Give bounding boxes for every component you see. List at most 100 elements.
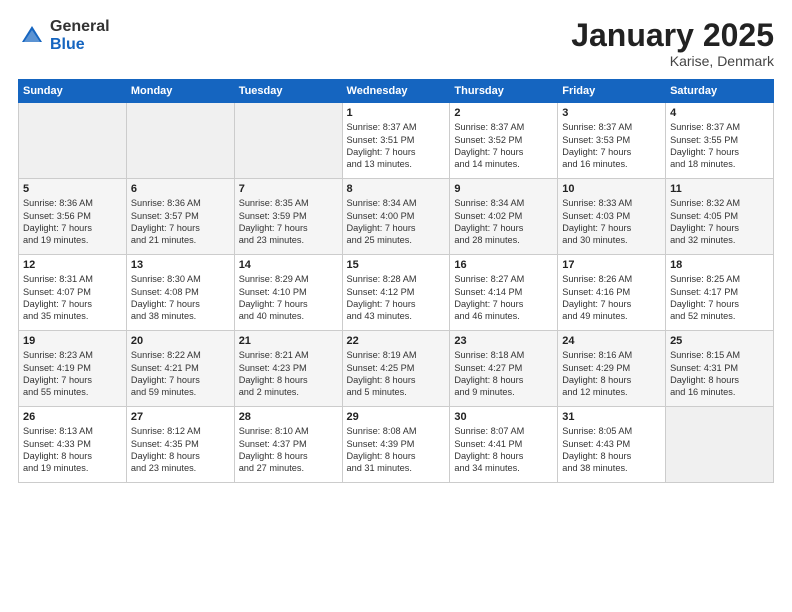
weekday-header-saturday: Saturday [666, 80, 774, 103]
calendar-cell: 25 Sunrise: 8:15 AM Sunset: 4:31 PM Dayli… [666, 331, 774, 407]
logo-blue: Blue [50, 36, 110, 54]
weekday-header-wednesday: Wednesday [342, 80, 450, 103]
logo-general: General [50, 18, 110, 36]
week-row-5: 26 Sunrise: 8:13 AM Sunset: 4:33 PM Dayli… [19, 407, 774, 483]
day-number: 11 [670, 183, 769, 195]
calendar-cell: 19Sunrise: 8:23 AM Sunset: 4:19 PM Dayli… [19, 331, 127, 407]
day-number: 2 [454, 107, 553, 119]
day-number: 3 [562, 107, 661, 119]
calendar-cell: 14 Sunrise: 8:29 AM Sunset: 4:10 PM Dayli… [234, 255, 342, 331]
day-detail: Sunrise: 8:30 AM Sunset: 4:08 PM Dayligh… [131, 273, 230, 323]
calendar-cell: 27Sunrise: 8:12 AM Sunset: 4:35 PM Dayli… [126, 407, 234, 483]
logo-icon [18, 22, 46, 50]
calendar-cell: 21 Sunrise: 8:21 AM Sunset: 4:23 PM Dayli… [234, 331, 342, 407]
day-number: 14 [239, 259, 338, 271]
calendar-cell: 2 Sunrise: 8:37 AM Sunset: 3:52 PM Daylig… [450, 103, 558, 179]
calendar-cell: 7 Sunrise: 8:35 AM Sunset: 3:59 PM Daylig… [234, 179, 342, 255]
header: General Blue January 2025 Karise, Denmar… [18, 18, 774, 69]
logo: General Blue [18, 18, 110, 53]
day-detail: Sunrise: 8:37 AM Sunset: 3:52 PM Dayligh… [454, 121, 553, 171]
weekday-header-thursday: Thursday [450, 80, 558, 103]
day-detail: Sunrise: 8:19 AM Sunset: 4:25 PM Dayligh… [347, 349, 446, 399]
calendar-cell: 20 Sunrise: 8:22 AM Sunset: 4:21 PM Dayli… [126, 331, 234, 407]
calendar-cell: 5Sunrise: 8:36 AM Sunset: 3:56 PM Daylig… [19, 179, 127, 255]
day-detail: Sunrise: 8:34 AM Sunset: 4:02 PM Dayligh… [454, 197, 553, 247]
day-number: 6 [131, 183, 230, 195]
day-number: 1 [347, 107, 446, 119]
day-number: 16 [454, 259, 553, 271]
day-detail: Sunrise: 8:16 AM Sunset: 4:29 PM Dayligh… [562, 349, 661, 399]
day-number: 26 [23, 411, 122, 423]
day-detail: Sunrise: 8:26 AM Sunset: 4:16 PM Dayligh… [562, 273, 661, 323]
calendar-cell: 24 Sunrise: 8:16 AM Sunset: 4:29 PM Dayli… [558, 331, 666, 407]
day-detail: Sunrise: 8:34 AM Sunset: 4:00 PM Dayligh… [347, 197, 446, 247]
day-number: 30 [454, 411, 553, 423]
day-detail: Sunrise: 8:35 AM Sunset: 3:59 PM Dayligh… [239, 197, 338, 247]
day-detail: Sunrise: 8:15 AM Sunset: 4:31 PM Dayligh… [670, 349, 769, 399]
day-detail: Sunrise: 8:13 AM Sunset: 4:33 PM Dayligh… [23, 425, 122, 475]
calendar-title: January 2025 [571, 18, 774, 53]
calendar-body: 1Sunrise: 8:37 AM Sunset: 3:51 PM Daylig… [19, 103, 774, 483]
day-number: 9 [454, 183, 553, 195]
day-detail: Sunrise: 8:37 AM Sunset: 3:55 PM Dayligh… [670, 121, 769, 171]
calendar-cell: 9 Sunrise: 8:34 AM Sunset: 4:02 PM Daylig… [450, 179, 558, 255]
day-detail: Sunrise: 8:22 AM Sunset: 4:21 PM Dayligh… [131, 349, 230, 399]
calendar-cell: 1Sunrise: 8:37 AM Sunset: 3:51 PM Daylig… [342, 103, 450, 179]
weekday-header-friday: Friday [558, 80, 666, 103]
title-block: January 2025 Karise, Denmark [571, 18, 774, 69]
day-number: 20 [131, 335, 230, 347]
page: General Blue January 2025 Karise, Denmar… [0, 0, 792, 612]
calendar-cell: 31 Sunrise: 8:05 AM Sunset: 4:43 PM Dayli… [558, 407, 666, 483]
day-detail: Sunrise: 8:27 AM Sunset: 4:14 PM Dayligh… [454, 273, 553, 323]
day-number: 22 [347, 335, 446, 347]
weekday-header-tuesday: Tuesday [234, 80, 342, 103]
calendar-cell: 16 Sunrise: 8:27 AM Sunset: 4:14 PM Dayli… [450, 255, 558, 331]
calendar-cell [666, 407, 774, 483]
day-number: 8 [347, 183, 446, 195]
day-number: 15 [347, 259, 446, 271]
logo-text: General Blue [50, 18, 110, 53]
weekday-header-sunday: Sunday [19, 80, 127, 103]
week-row-1: 1Sunrise: 8:37 AM Sunset: 3:51 PM Daylig… [19, 103, 774, 179]
calendar-subtitle: Karise, Denmark [571, 53, 774, 69]
calendar-cell: 10Sunrise: 8:33 AM Sunset: 4:03 PM Dayli… [558, 179, 666, 255]
calendar-cell: 12Sunrise: 8:31 AM Sunset: 4:07 PM Dayli… [19, 255, 127, 331]
day-number: 24 [562, 335, 661, 347]
calendar-cell: 4Sunrise: 8:37 AM Sunset: 3:55 PM Daylig… [666, 103, 774, 179]
calendar-table: SundayMondayTuesdayWednesdayThursdayFrid… [18, 79, 774, 483]
day-number: 12 [23, 259, 122, 271]
day-number: 5 [23, 183, 122, 195]
day-number: 7 [239, 183, 338, 195]
calendar-cell: 6 Sunrise: 8:36 AM Sunset: 3:57 PM Daylig… [126, 179, 234, 255]
weekday-row: SundayMondayTuesdayWednesdayThursdayFrid… [19, 80, 774, 103]
day-number: 21 [239, 335, 338, 347]
day-number: 23 [454, 335, 553, 347]
calendar-cell: 30Sunrise: 8:07 AM Sunset: 4:41 PM Dayli… [450, 407, 558, 483]
day-detail: Sunrise: 8:29 AM Sunset: 4:10 PM Dayligh… [239, 273, 338, 323]
day-detail: Sunrise: 8:25 AM Sunset: 4:17 PM Dayligh… [670, 273, 769, 323]
calendar-cell: 8 Sunrise: 8:34 AM Sunset: 4:00 PM Daylig… [342, 179, 450, 255]
day-number: 31 [562, 411, 661, 423]
calendar-cell [126, 103, 234, 179]
calendar-cell: 28 Sunrise: 8:10 AM Sunset: 4:37 PM Dayli… [234, 407, 342, 483]
day-detail: Sunrise: 8:28 AM Sunset: 4:12 PM Dayligh… [347, 273, 446, 323]
day-number: 29 [347, 411, 446, 423]
day-detail: Sunrise: 8:10 AM Sunset: 4:37 PM Dayligh… [239, 425, 338, 475]
day-number: 19 [23, 335, 122, 347]
day-detail: Sunrise: 8:36 AM Sunset: 3:57 PM Dayligh… [131, 197, 230, 247]
calendar-header: SundayMondayTuesdayWednesdayThursdayFrid… [19, 80, 774, 103]
day-detail: Sunrise: 8:32 AM Sunset: 4:05 PM Dayligh… [670, 197, 769, 247]
calendar-cell: 18Sunrise: 8:25 AM Sunset: 4:17 PM Dayli… [666, 255, 774, 331]
day-detail: Sunrise: 8:05 AM Sunset: 4:43 PM Dayligh… [562, 425, 661, 475]
calendar-cell: 26 Sunrise: 8:13 AM Sunset: 4:33 PM Dayli… [19, 407, 127, 483]
day-number: 28 [239, 411, 338, 423]
day-detail: Sunrise: 8:08 AM Sunset: 4:39 PM Dayligh… [347, 425, 446, 475]
day-number: 13 [131, 259, 230, 271]
day-detail: Sunrise: 8:21 AM Sunset: 4:23 PM Dayligh… [239, 349, 338, 399]
calendar-cell: 29 Sunrise: 8:08 AM Sunset: 4:39 PM Dayli… [342, 407, 450, 483]
calendar-cell: 13 Sunrise: 8:30 AM Sunset: 4:08 PM Dayli… [126, 255, 234, 331]
calendar-cell: 22 Sunrise: 8:19 AM Sunset: 4:25 PM Dayli… [342, 331, 450, 407]
day-number: 25 [670, 335, 769, 347]
calendar-cell: 15 Sunrise: 8:28 AM Sunset: 4:12 PM Dayli… [342, 255, 450, 331]
weekday-header-monday: Monday [126, 80, 234, 103]
